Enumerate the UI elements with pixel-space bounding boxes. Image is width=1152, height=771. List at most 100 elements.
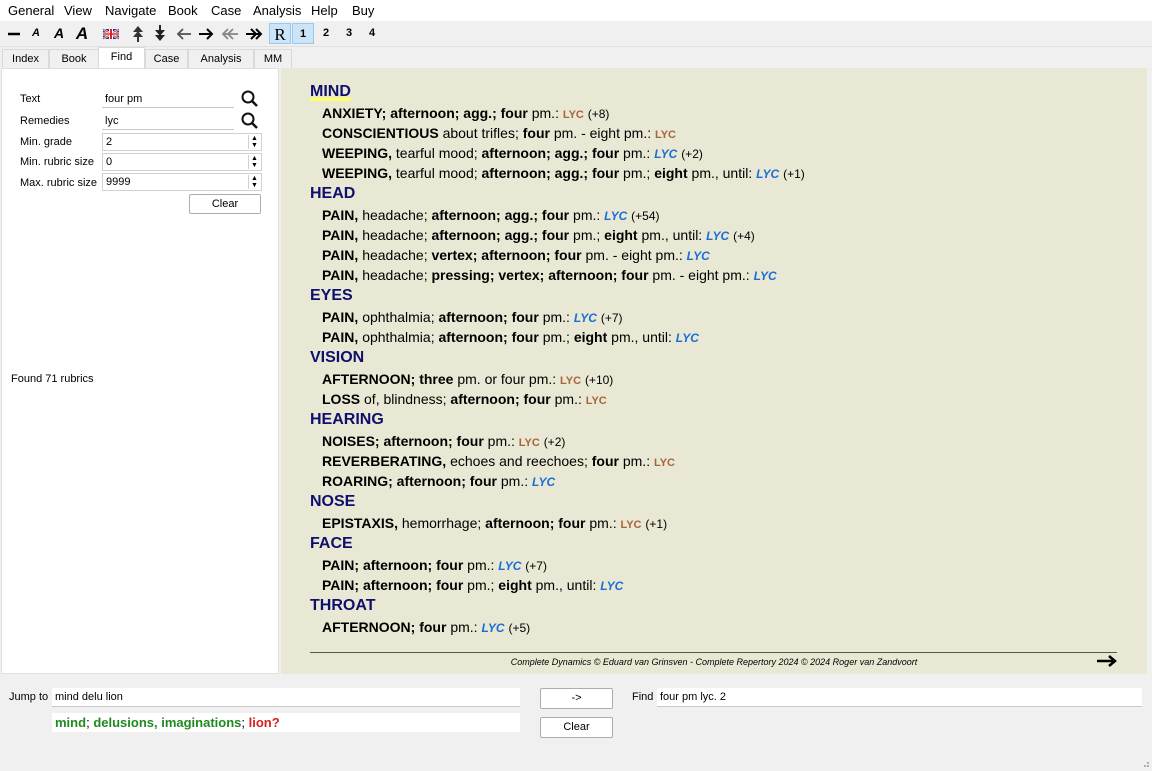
rubric-row[interactable]: PAIN, headache; afternoon; agg.; four pm… <box>322 227 755 243</box>
chapter-mind[interactable]: MIND <box>310 83 351 101</box>
suggestion-lion[interactable]: lion? <box>249 715 280 730</box>
chapter-vision[interactable]: VISION <box>310 349 364 367</box>
arrow-bottom-icon[interactable] <box>151 23 169 44</box>
menu-view[interactable]: View <box>64 3 92 18</box>
remedy-lyc[interactable]: LYC <box>604 209 627 223</box>
max-rubric-size-stepper[interactable]: 9999 ▲ ▼ <box>102 173 262 191</box>
tab-analysis[interactable]: Analysis <box>188 49 254 68</box>
rubric-row[interactable]: EPISTAXIS, hemorrhage; afternoon; four p… <box>322 515 667 531</box>
min-grade-value: 2 <box>106 136 113 148</box>
font-smaller-icon[interactable]: A <box>28 23 44 44</box>
view-4-button[interactable]: 4 <box>362 23 382 44</box>
remedy-lyc[interactable]: LYC <box>600 579 623 593</box>
stepper-arrows-icon[interactable]: ▲ ▼ <box>248 175 260 189</box>
rubric-row[interactable]: AFTERNOON; three pm. or four pm.: LYC (+… <box>322 371 613 387</box>
copyright-footer: Complete Dynamics © Eduard van Grinsven … <box>510 657 918 667</box>
chapter-head[interactable]: HEAD <box>310 185 355 203</box>
view-3-button[interactable]: 3 <box>339 23 359 44</box>
suggestion-delusions[interactable]: delusions, imaginations <box>93 715 241 730</box>
remedy-lyc[interactable]: LYC <box>655 129 676 141</box>
results-pane: MIND ANXIETY; afternoon; agg.; four pm.:… <box>281 68 1147 674</box>
rubric-row[interactable]: PAIN, headache; afternoon; agg.; four pm… <box>322 207 660 223</box>
rubric-row[interactable]: PAIN, headache; vertex; afternoon; four … <box>322 247 710 263</box>
rubric-row[interactable]: PAIN; afternoon; four pm.: LYC (+7) <box>322 557 547 573</box>
suggestion-mind[interactable]: mind <box>55 715 86 730</box>
rubric-row[interactable]: REVERBERATING, echoes and reechoes; four… <box>322 453 675 469</box>
uk-flag-icon[interactable] <box>99 23 123 44</box>
rubric-row[interactable]: ANXIETY; afternoon; agg.; four pm.: LYC … <box>322 105 609 121</box>
search-remedies-icon[interactable] <box>239 111 261 131</box>
chapter-nose[interactable]: NOSE <box>310 493 355 511</box>
rubric-row[interactable]: WEEPING, tearful mood; afternoon; agg.; … <box>322 165 805 181</box>
tab-mm[interactable]: MM <box>254 49 292 68</box>
chapter-eyes[interactable]: EYES <box>310 287 353 305</box>
min-grade-stepper[interactable]: 2 ▲ ▼ <box>102 133 262 151</box>
search-text-icon[interactable] <box>239 89 261 109</box>
tab-book[interactable]: Book <box>49 49 99 68</box>
next-page-arrow-icon[interactable] <box>1096 653 1118 669</box>
font-larger-icon[interactable]: A <box>72 23 92 44</box>
clear-button[interactable]: Clear <box>189 194 261 214</box>
menu-general[interactable]: General <box>8 3 54 18</box>
remedy-lyc[interactable]: LYC <box>621 519 642 531</box>
find-input[interactable]: four pm lyc. 2 <box>657 688 1142 707</box>
view-2-button[interactable]: 2 <box>316 23 336 44</box>
remedy-lyc[interactable]: LYC <box>676 331 699 345</box>
remedy-lyc[interactable]: LYC <box>654 457 675 469</box>
rubric-row[interactable]: ROARING; afternoon; four pm.: LYC <box>322 473 555 489</box>
remedy-lyc[interactable]: LYC <box>706 229 729 243</box>
arrow-left-icon[interactable] <box>174 23 194 44</box>
arrow-right-icon[interactable] <box>196 23 216 44</box>
menu-navigate[interactable]: Navigate <box>105 3 156 18</box>
remedy-lyc[interactable]: LYC <box>586 395 607 407</box>
remedy-lyc[interactable]: LYC <box>563 109 584 121</box>
stepper-arrows-icon[interactable]: ▲ ▼ <box>248 155 260 169</box>
rubric-row[interactable]: PAIN; afternoon; four pm.; eight pm., un… <box>322 577 623 593</box>
resize-grip-icon[interactable] <box>1140 757 1150 767</box>
tab-index[interactable]: Index <box>2 49 49 68</box>
chapter-face[interactable]: FACE <box>310 535 353 553</box>
rubric-row[interactable]: CONSCIENTIOUS about trifles; four pm. - … <box>322 125 676 141</box>
repertory-r-button[interactable]: R <box>269 23 291 44</box>
remedy-lyc[interactable]: LYC <box>481 621 504 635</box>
remedies-input[interactable]: lyc <box>102 112 234 130</box>
rubric-row[interactable]: PAIN, ophthalmia; afternoon; four pm.: L… <box>322 309 623 325</box>
menu-analysis[interactable]: Analysis <box>253 3 301 18</box>
double-arrow-left-icon[interactable] <box>219 23 241 44</box>
text-input[interactable]: four pm <box>102 90 234 108</box>
rubric-row[interactable]: PAIN, ophthalmia; afternoon; four pm.; e… <box>322 329 699 345</box>
font-normal-icon[interactable]: A <box>50 23 68 44</box>
stepper-arrows-icon[interactable]: ▲ ▼ <box>248 135 260 149</box>
collapse-icon[interactable] <box>4 23 24 44</box>
remedy-lyc[interactable]: LYC <box>687 249 710 263</box>
remedy-lyc[interactable]: LYC <box>754 269 777 283</box>
tab-case[interactable]: Case <box>145 49 188 68</box>
remedy-lyc[interactable]: LYC <box>654 147 677 161</box>
chapter-hearing[interactable]: HEARING <box>310 411 384 429</box>
min-rubric-size-stepper[interactable]: 0 ▲ ▼ <box>102 153 262 171</box>
menu-help[interactable]: Help <box>311 3 338 18</box>
rubric-row[interactable]: PAIN, headache; pressing; vertex; aftern… <box>322 267 777 283</box>
bottom-clear-button[interactable]: Clear <box>540 717 613 738</box>
chapter-throat[interactable]: THROAT <box>310 597 375 615</box>
rubric-row[interactable]: AFTERNOON; four pm.: LYC (+5) <box>322 619 530 635</box>
remedy-lyc[interactable]: LYC <box>574 311 597 325</box>
menu-case[interactable]: Case <box>211 3 241 18</box>
remedy-lyc[interactable]: LYC <box>756 167 779 181</box>
jump-to-input[interactable]: mind delu lion <box>52 688 520 707</box>
jump-suggestion[interactable]: mind; delusions, imaginations; lion? <box>52 713 520 732</box>
remedy-lyc[interactable]: LYC <box>560 375 581 387</box>
rubric-row[interactable]: WEEPING, tearful mood; afternoon; agg.; … <box>322 145 703 161</box>
go-button[interactable]: -> <box>540 688 613 709</box>
rubric-row[interactable]: NOISES; afternoon; four pm.: LYC (+2) <box>322 433 565 449</box>
remedy-lyc[interactable]: LYC <box>532 475 555 489</box>
view-1-button[interactable]: 1 <box>292 23 314 44</box>
remedy-lyc[interactable]: LYC <box>519 437 540 449</box>
menu-book[interactable]: Book <box>168 3 198 18</box>
remedy-lyc[interactable]: LYC <box>498 559 521 573</box>
tab-find[interactable]: Find <box>98 47 145 69</box>
rubric-row[interactable]: LOSS of, blindness; afternoon; four pm.:… <box>322 391 607 407</box>
menu-buy[interactable]: Buy <box>352 3 374 18</box>
double-arrow-right-icon[interactable] <box>243 23 265 44</box>
arrow-top-icon[interactable] <box>129 23 147 44</box>
